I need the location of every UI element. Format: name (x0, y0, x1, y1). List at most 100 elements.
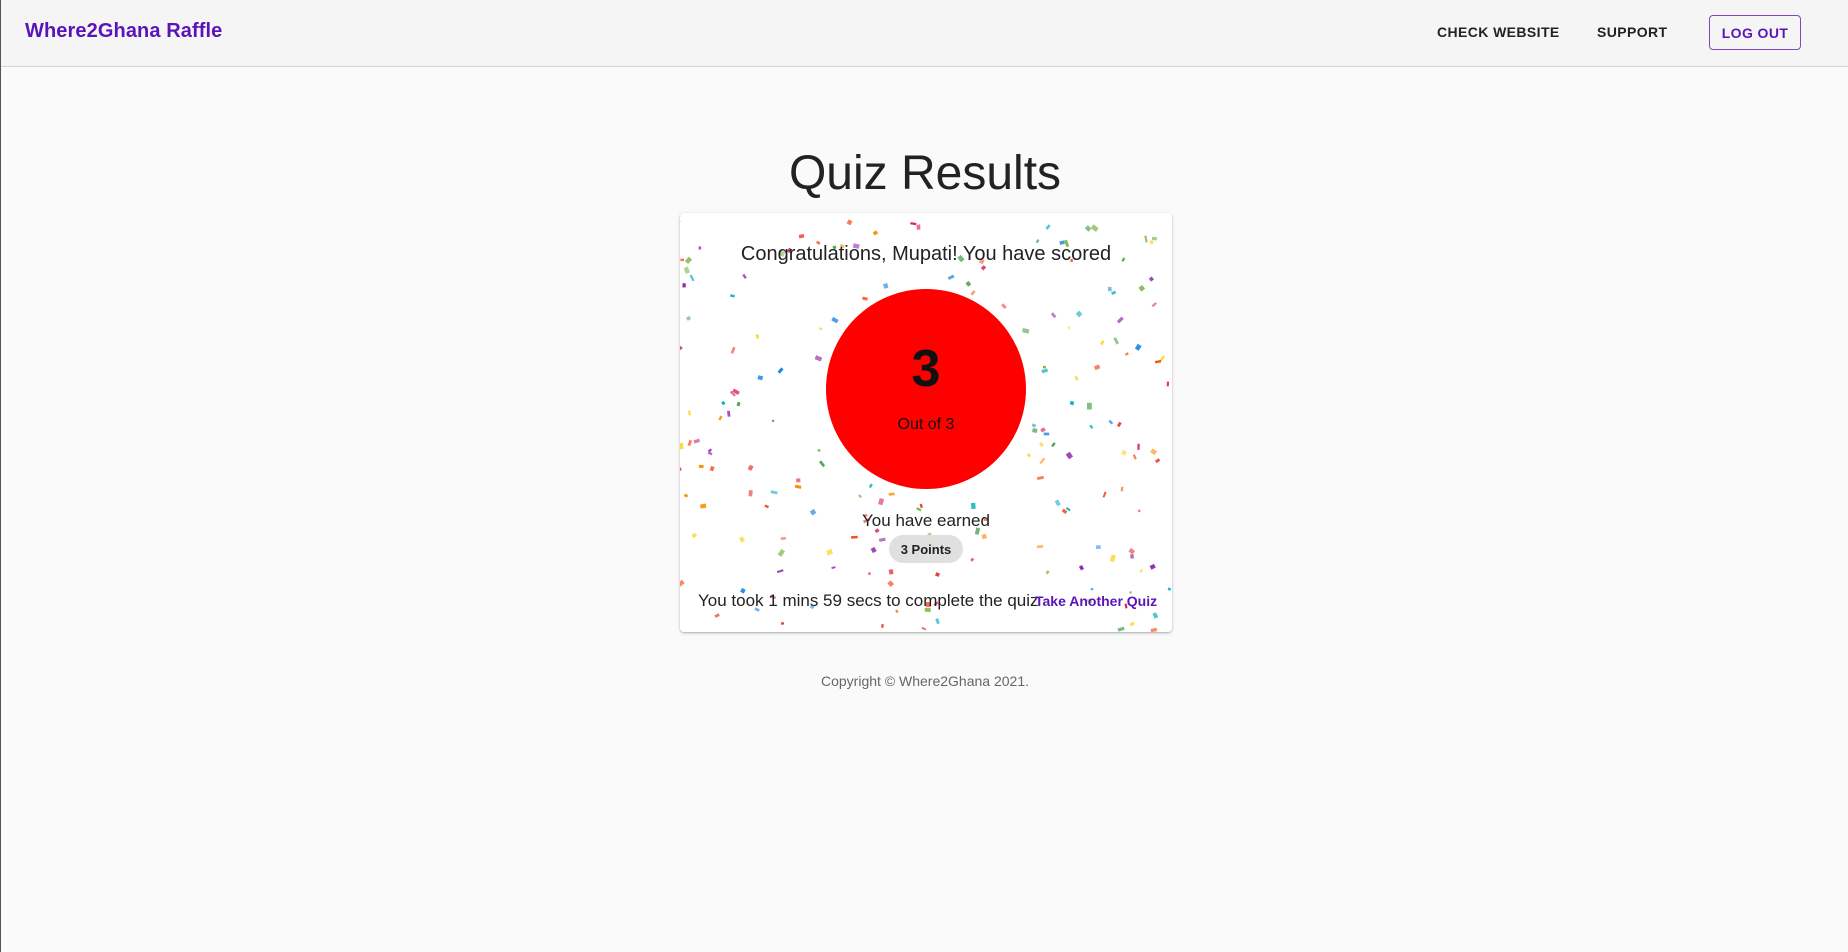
confetti-piece (947, 274, 955, 281)
confetti-piece (1090, 224, 1099, 232)
confetti-piece (970, 290, 976, 296)
score-circle: 3 Out of 3 (826, 289, 1026, 489)
confetti-piece (1151, 302, 1157, 308)
confetti-piece (780, 536, 787, 541)
confetti-piece (1138, 284, 1146, 292)
confetti-piece (680, 579, 685, 587)
confetti-piece (747, 464, 754, 471)
confetti-piece (1074, 375, 1079, 381)
confetti-piece (870, 546, 877, 554)
confetti-piece (1148, 276, 1154, 282)
confetti-piece (683, 493, 689, 498)
confetti-piece (831, 316, 839, 324)
confetti-piece (883, 283, 889, 289)
confetti-piece (707, 451, 713, 456)
confetti-piece (707, 448, 712, 453)
confetti-piece (910, 222, 917, 226)
confetti-piece (1120, 486, 1124, 492)
confetti-piece (682, 283, 686, 288)
confetti-piece (1084, 225, 1092, 232)
confetti-piece (727, 410, 731, 417)
confetti-piece (888, 492, 895, 496)
confetti-piece (777, 367, 784, 374)
confetti-piece (888, 569, 894, 575)
confetti-piece (819, 460, 826, 468)
confetti-piece (1096, 545, 1101, 550)
confetti-piece (916, 224, 921, 230)
confetti-piece (1045, 224, 1051, 230)
confetti-piece (691, 532, 697, 539)
earned-label: You have earned (862, 511, 990, 530)
take-another-quiz-button[interactable]: Take Another Quiz (1035, 593, 1157, 609)
confetti-piece (1150, 627, 1158, 632)
confetti-piece (1166, 381, 1169, 387)
confetti-piece (868, 572, 871, 576)
confetti-piece (1109, 554, 1116, 563)
confetti-piece (970, 557, 975, 562)
confetti-piece (965, 280, 972, 287)
confetti-piece (1036, 545, 1044, 549)
confetti-piece (757, 375, 764, 381)
confetti-piece (1154, 360, 1162, 364)
confetti-piece (1040, 427, 1046, 433)
confetti-piece (777, 548, 786, 557)
confetti-piece (721, 400, 726, 406)
confetti-piece (693, 438, 701, 444)
confetti-piece (826, 548, 834, 556)
confetti-piece (1041, 368, 1049, 374)
confetti-piece (1130, 554, 1134, 559)
confetti-piece (1051, 442, 1056, 448)
confetti-piece (680, 465, 682, 474)
confetti-piece (1144, 235, 1148, 243)
confetti-piece (878, 537, 886, 542)
confetti-piece (680, 220, 681, 225)
confetti-piece (921, 626, 927, 631)
confetti-piece (1124, 352, 1129, 356)
confetti-piece (685, 315, 692, 321)
confetti-piece (1032, 428, 1038, 433)
confetti-piece (1067, 326, 1071, 330)
confetti-piece (1031, 423, 1037, 428)
confetti-piece (748, 490, 753, 497)
points-chip: 3 Points (889, 535, 963, 563)
support-button[interactable]: SUPPORT (1597, 24, 1667, 40)
confetti-piece (887, 580, 895, 588)
confetti-piece (1139, 568, 1144, 574)
confetti-piece (689, 274, 695, 282)
confetti-piece (680, 442, 684, 450)
confetti-piece (1001, 303, 1007, 309)
confetti-piece (919, 503, 923, 509)
confetti-piece (881, 624, 884, 628)
confetti-piece (981, 533, 988, 540)
page-title: Quiz Results (788, 147, 1062, 200)
confetti-piece (1150, 448, 1158, 456)
confetti-piece (794, 484, 802, 489)
confetti-piece (1132, 454, 1137, 460)
confetti-piece (1128, 547, 1136, 555)
confetti-piece (730, 346, 736, 354)
score-value: 3 (911, 340, 941, 398)
confetti-piece (1086, 402, 1092, 410)
logout-button[interactable]: LOG OUT (1709, 15, 1801, 50)
confetti-piece (1093, 364, 1101, 371)
confetti-piece (851, 535, 858, 539)
confetti-piece (1078, 564, 1085, 571)
confetti-piece (1022, 328, 1030, 334)
score-out-of: Out of 3 (897, 416, 955, 433)
confetti-piece (1151, 236, 1157, 241)
confetti-piece (970, 502, 976, 510)
check-website-button[interactable]: CHECK WEBSITE (1437, 24, 1560, 40)
confetti-piece (699, 503, 707, 509)
confetti-piece (1116, 421, 1122, 428)
confetti-piece (687, 439, 693, 447)
confetti-piece (798, 233, 805, 239)
confetti-piece (1045, 570, 1050, 575)
brand-title[interactable]: Where2Ghana Raffle (25, 20, 222, 43)
results-card: Congratulations, Mupati! You have scored… (680, 213, 1172, 632)
confetti-piece (718, 415, 723, 421)
confetti-piece (868, 483, 873, 489)
confetti-piece (1069, 400, 1075, 406)
confetti-piece (730, 294, 736, 298)
confetti-piece (698, 464, 704, 469)
confetti-piece (1154, 458, 1161, 464)
